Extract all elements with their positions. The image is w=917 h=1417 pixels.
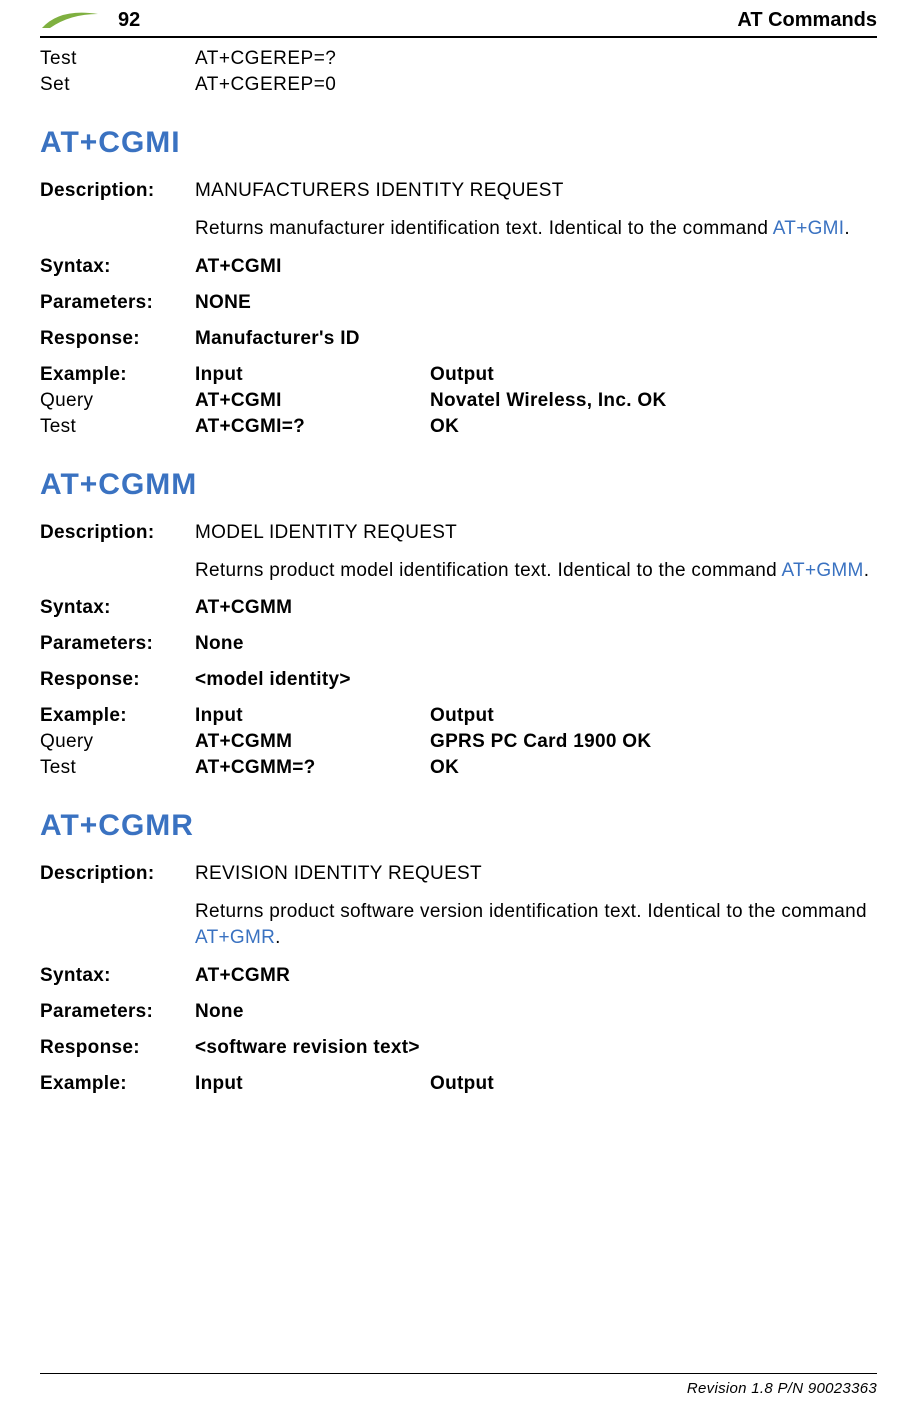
description-value: MANUFACTURERS IDENTITY REQUEST <box>195 180 877 202</box>
example-input-header: Input <box>195 1073 430 1095</box>
response-label: Response: <box>40 669 195 691</box>
page-header: 92 AT Commands <box>40 8 877 32</box>
page-number: 92 <box>118 9 140 32</box>
example-output-header: Output <box>430 705 877 727</box>
description-label: Description: <box>40 180 195 202</box>
parameters-label: Parameters: <box>40 633 195 655</box>
response-value: <model identity> <box>195 669 877 691</box>
footer-rule <box>40 1373 877 1374</box>
header-rule <box>40 36 877 38</box>
parameters-label: Parameters: <box>40 1001 195 1023</box>
example-label: Example: <box>40 705 195 727</box>
syntax-label: Syntax: <box>40 256 195 278</box>
description-body: Returns manufacturer identification text… <box>195 216 877 242</box>
example-type: Query <box>40 390 195 412</box>
parameters-value: None <box>195 1001 877 1023</box>
description-label: Description: <box>40 863 195 885</box>
syntax-label: Syntax: <box>40 597 195 619</box>
parameters-value: None <box>195 633 877 655</box>
response-value: Manufacturer's ID <box>195 328 877 350</box>
example-input: AT+CGMM=? <box>195 757 430 779</box>
example-label: Example: <box>40 1073 195 1095</box>
example-output: OK <box>430 757 877 779</box>
response-value: <software revision text> <box>195 1037 877 1059</box>
example-row: TestAT+CGMM=?OK <box>40 757 877 779</box>
description-label: Description: <box>40 522 195 544</box>
example-output: Novatel Wireless, Inc. OK <box>430 390 877 412</box>
example-label: Example: <box>40 364 195 386</box>
command-reference-link[interactable]: AT+GMM <box>781 560 863 581</box>
example-input: AT+CGEREP=0 <box>195 74 430 96</box>
example-input: AT+CGMI=? <box>195 416 430 438</box>
page-title: AT Commands <box>737 9 877 32</box>
example-row: QueryAT+CGMINovatel Wireless, Inc. OK <box>40 390 877 412</box>
example-output-header: Output <box>430 364 877 386</box>
response-label: Response: <box>40 328 195 350</box>
description-value: REVISION IDENTITY REQUEST <box>195 863 877 885</box>
command-reference-link[interactable]: AT+GMR <box>195 927 275 948</box>
syntax-value: AT+CGMR <box>195 965 877 987</box>
page-footer: Revision 1.8 P/N 90023363 <box>40 1373 877 1397</box>
example-input: AT+CGMI <box>195 390 430 412</box>
description-body: Returns product software version identif… <box>195 899 877 950</box>
logo-icon <box>40 8 100 32</box>
command-title: AT+CGMI <box>40 126 877 160</box>
example-row: TestAT+CGEREP=? <box>40 48 877 70</box>
description-body: Returns product model identification tex… <box>195 558 877 584</box>
example-label: Set <box>40 74 195 96</box>
example-row: QueryAT+CGMMGPRS PC Card 1900 OK <box>40 731 877 753</box>
command-reference-link[interactable]: AT+GMI <box>773 218 845 239</box>
description-value: MODEL IDENTITY REQUEST <box>195 522 877 544</box>
example-output-header: Output <box>430 1073 877 1095</box>
command-title: AT+CGMR <box>40 809 877 843</box>
example-row: TestAT+CGMI=?OK <box>40 416 877 438</box>
footer-text: Revision 1.8 P/N 90023363 <box>40 1380 877 1397</box>
syntax-value: AT+CGMI <box>195 256 877 278</box>
syntax-value: AT+CGMM <box>195 597 877 619</box>
example-input-header: Input <box>195 705 430 727</box>
command-title: AT+CGMM <box>40 468 877 502</box>
response-label: Response: <box>40 1037 195 1059</box>
example-type: Test <box>40 416 195 438</box>
parameters-label: Parameters: <box>40 292 195 314</box>
example-row: SetAT+CGEREP=0 <box>40 74 877 96</box>
syntax-label: Syntax: <box>40 965 195 987</box>
example-label: Test <box>40 48 195 70</box>
parameters-value: NONE <box>195 292 877 314</box>
example-input: AT+CGMM <box>195 731 430 753</box>
example-type: Query <box>40 731 195 753</box>
example-output: OK <box>430 416 877 438</box>
example-type: Test <box>40 757 195 779</box>
example-output: GPRS PC Card 1900 OK <box>430 731 877 753</box>
example-input: AT+CGEREP=? <box>195 48 430 70</box>
example-input-header: Input <box>195 364 430 386</box>
